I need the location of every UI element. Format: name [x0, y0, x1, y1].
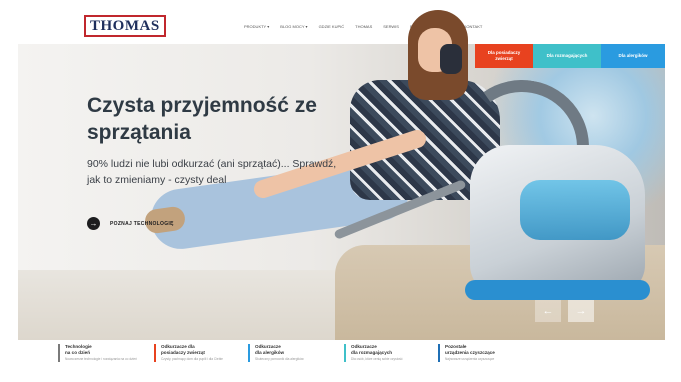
feature-desc: Skuteczny pomocnik dla alergików [255, 357, 304, 362]
feature-allergy[interactable]: Odkurzacze dla alergików Skuteczny pomoc… [248, 344, 343, 362]
nav-item-thomas[interactable]: THOMAS [355, 24, 372, 29]
learn-technology-button[interactable]: → POZNAJ TECHNOLOGIĘ [87, 217, 174, 230]
nav-item-contact[interactable]: KONTAKT [464, 24, 483, 29]
nav-item-where-to-buy[interactable]: GDZIE KUPIĆ [319, 24, 345, 29]
thomas-logo[interactable]: THOMAS [84, 15, 166, 37]
feature-other-devices[interactable]: Pozostałe urządzenia czyszczące Najnowsz… [438, 344, 533, 362]
feature-desc: Nowoczesne technologie i rozwiązania na … [65, 357, 137, 362]
category-tab-cleaners[interactable]: Dla rozmagających [533, 44, 601, 68]
hero-subtitle: 90% ludzi nie lubi odkurzać (ani sprząta… [87, 158, 337, 186]
arrow-right-icon: → [87, 217, 100, 230]
feature-title: Odkurzacze dla posiadaczy zwierząt [161, 344, 205, 355]
nav-item-products[interactable]: PRODUKTY ▾ [244, 24, 269, 29]
hero-title: Czysta przyjemność ze sprzątania [87, 94, 317, 144]
feature-desc: Czysty, pachnący dom dla pupili i dla Ci… [161, 357, 223, 362]
category-tab-pet-owners[interactable]: Dla posiadaczy zwierząt [475, 44, 533, 68]
feature-title: Pozostałe urządzenia czyszczące [445, 344, 495, 355]
feature-title: Technologie na co dzień [65, 344, 92, 355]
feature-cleaners[interactable]: Odkurzacze dla rozmagających Dla osób, k… [344, 344, 439, 362]
nav-item-blog[interactable]: BLOG MOCY ▾ [280, 24, 307, 29]
category-tab-allergy[interactable]: Dla alergików [601, 44, 665, 68]
slider-next-button[interactable]: → [568, 300, 594, 322]
page: THOMAS PRODUKTY ▾ BLOG MOCY ▾ GDZIE KUPI… [0, 0, 681, 382]
feature-desc: Najnowsze urządzenia czyszczące [445, 357, 495, 362]
site-header: THOMAS PRODUKTY ▾ BLOG MOCY ▾ GDZIE KUPI… [0, 0, 681, 44]
slider-prev-button[interactable]: ← [535, 300, 561, 322]
headphones-icon [440, 44, 462, 74]
feature-title: Odkurzacze dla rozmagających [351, 344, 393, 355]
feature-technologies[interactable]: Technologie na co dzień Nowoczesne techn… [58, 344, 153, 362]
feature-pet-owners[interactable]: Odkurzacze dla posiadaczy zwierząt Czyst… [154, 344, 249, 362]
vacuum-base-image [465, 280, 650, 300]
vacuum-tank-image [520, 180, 630, 240]
feature-title: Odkurzacze dla alergików [255, 344, 285, 355]
nav-item-service[interactable]: SERWIS [383, 24, 399, 29]
feature-desc: Dla osób, które cenią sobie czystość [351, 357, 403, 362]
cta-label: POZNAJ TECHNOLOGIĘ [110, 220, 174, 227]
